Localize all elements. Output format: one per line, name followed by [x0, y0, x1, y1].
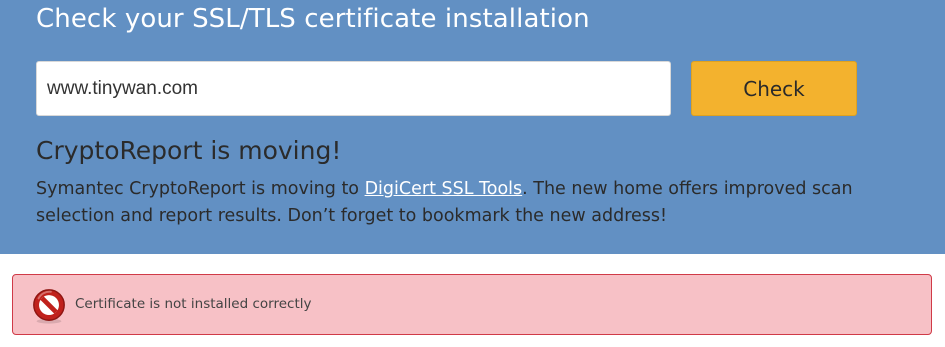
- notice-heading: CryptoReport is moving!: [36, 136, 342, 165]
- hero-section: Check your SSL/TLS certificate installat…: [0, 0, 945, 254]
- check-button[interactable]: Check: [691, 61, 857, 116]
- notice-text-before-link: Symantec CryptoReport is moving to: [36, 179, 365, 199]
- digicert-ssl-tools-link[interactable]: DigiCert SSL Tools: [365, 179, 523, 199]
- result-message: Certificate is not installed correctly: [75, 296, 312, 312]
- url-input[interactable]: [36, 61, 671, 116]
- no-entry-icon: [33, 289, 65, 324]
- notice-text: Symantec CryptoReport is moving to DigiC…: [36, 176, 916, 230]
- result-alert: Certificate is not installed correctly: [12, 274, 932, 335]
- page-title: Check your SSL/TLS certificate installat…: [36, 4, 590, 34]
